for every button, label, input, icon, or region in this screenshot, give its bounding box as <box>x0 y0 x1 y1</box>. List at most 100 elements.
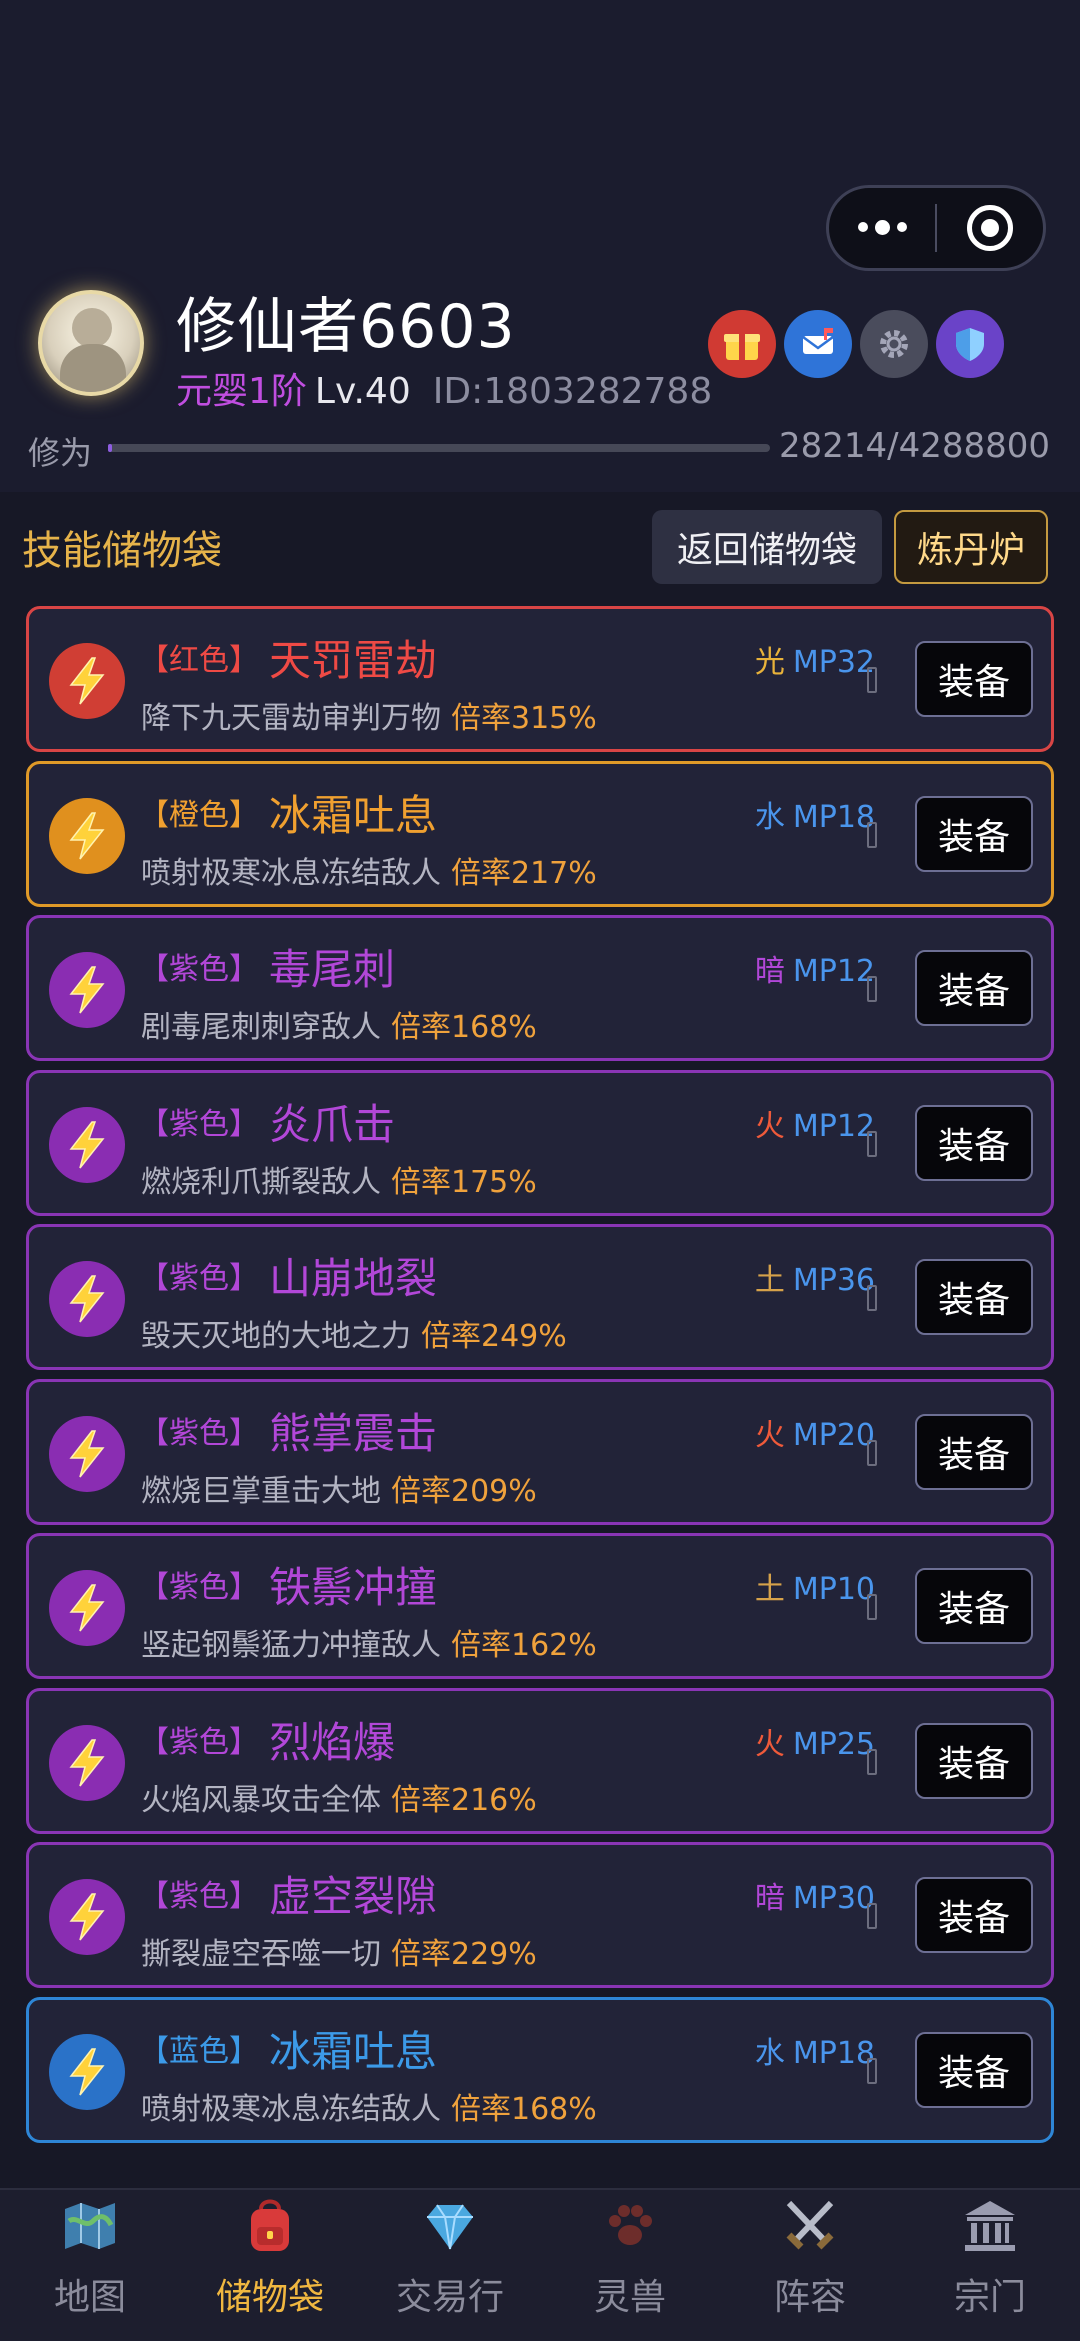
skill-meta: 火 MP20 <box>755 1410 875 1454</box>
skill-element: 水 <box>754 2035 785 2071</box>
header-icons <box>708 310 1004 378</box>
skill-name: 炎爪击 <box>269 1099 396 1149</box>
nav-label: 交易行 <box>395 2277 504 2318</box>
alchemy-furnace-button[interactable]: 炼丹炉 <box>894 510 1048 584</box>
skill-description: 喷射极寒冰息冻结敌人 <box>141 855 441 891</box>
shield-icon[interactable] <box>936 310 1004 378</box>
skill-element: 光 <box>754 645 785 680</box>
lightning-icon <box>49 1570 125 1646</box>
realm-badge: 元婴1阶 <box>176 371 307 412</box>
skill-card[interactable]: 【紫色】 毒尾刺 暗 MP12 剧毒尾刺刺穿敌人 倍率168% 装备 <box>26 915 1054 1061</box>
lightning-icon <box>49 1724 125 1801</box>
nav-item-backpack[interactable]: 储物袋 <box>180 2190 360 2341</box>
skill-card[interactable]: 【橙色】 冰霜吐息 水 MP18 喷射极寒冰息冻结敌人 倍率217% 装备 <box>26 760 1054 907</box>
skill-quality: 【紫色】 <box>139 952 259 987</box>
skill-mp-cost: MP36 <box>792 1263 875 1298</box>
nav-item-diamond[interactable]: 交易行 <box>360 2190 540 2341</box>
equip-button[interactable]: 装备 <box>915 641 1033 717</box>
skill-card[interactable]: 【紫色】 烈焰爆 火 MP25 火焰风暴攻击全体 倍率216% 装备 <box>26 1687 1054 1834</box>
skill-card[interactable]: 【紫色】 炎爪击 火 MP12 燃烧利爪撕裂敌人 倍率175% 装备 <box>26 1069 1054 1216</box>
nav-item-temple[interactable]: 宗门 <box>900 2190 1080 2341</box>
skill-list[interactable]: 【红色】 天罚雷劫光 MP32 降下九天雷劫审判万物 倍率315% 装备 【橙色】 冰霜吐息水… <box>26 606 1054 2166</box>
skill-rate: 倍率229% <box>391 1937 537 1972</box>
skill-mp-cost: MP25 <box>792 1726 875 1762</box>
section-title: 技能储物袋 <box>22 528 222 574</box>
placeholder-glyph-icon <box>867 2057 877 2084</box>
skill-card[interactable]: 【紫色】 铁鬃冲撞 土 MP10 竖起钢鬃猛力冲撞敌人 倍率162% 装备 <box>26 1533 1054 1679</box>
skill-meta: 火 MP25 <box>755 1719 875 1763</box>
nav-label: 阵容 <box>773 2277 846 2318</box>
realm-line: 元婴1阶 Lv.40 ID:1803282788 <box>176 362 712 414</box>
equip-button[interactable]: 装备 <box>915 1259 1033 1335</box>
lightning-icon <box>49 2033 125 2110</box>
skill-mp-cost: MP20 <box>792 1417 875 1453</box>
skill-card[interactable]: 【紫色】 山崩地裂 土 MP36 毁天灭地的大地之力 倍率249% 装备 <box>26 1224 1054 1370</box>
nav-item-crossed-swords[interactable]: 阵容 <box>720 2190 900 2341</box>
skill-quality: 【红色】 <box>139 643 259 678</box>
skill-meta: 土 MP10 <box>755 1564 875 1608</box>
skill-description: 燃烧巨掌重击大地 <box>141 1473 381 1509</box>
nav-item-map[interactable]: 地图 <box>0 2190 180 2341</box>
equip-button[interactable]: 装备 <box>915 795 1033 872</box>
skill-description: 剧毒尾刺刺穿敌人 <box>141 1010 381 1045</box>
skill-card[interactable]: 【紫色】 熊掌震击 火 MP20 燃烧巨掌重击大地 倍率209% 装备 <box>26 1378 1054 1525</box>
lightning-icon <box>49 643 125 719</box>
skill-mp-cost: MP30 <box>792 1881 875 1916</box>
placeholder-glyph-icon <box>867 667 877 693</box>
skill-mp-cost: MP10 <box>792 1572 875 1607</box>
username: 修仙者6603 <box>176 292 516 362</box>
skill-description-line: 燃烧巨掌重击大地 倍率209% <box>141 1466 537 1510</box>
equip-button[interactable]: 装备 <box>915 2031 1033 2108</box>
skill-name: 山崩地裂 <box>269 1254 438 1303</box>
equip-button[interactable]: 装备 <box>915 1413 1033 1490</box>
skill-element: 火 <box>754 1108 785 1144</box>
lightning-icon <box>49 1106 125 1183</box>
equip-button[interactable]: 装备 <box>915 950 1033 1026</box>
skill-rate: 倍率168% <box>451 2091 597 2127</box>
skill-rate: 倍率217% <box>451 855 597 891</box>
skill-meta: 暗 MP30 <box>755 1873 875 1917</box>
lightning-icon <box>49 952 125 1028</box>
equip-button[interactable]: 装备 <box>915 1568 1033 1644</box>
skill-rate: 倍率168% <box>391 1010 537 1045</box>
skill-name: 虚空裂隙 <box>269 1872 438 1921</box>
profile-header: 修仙者6603 元婴1阶 Lv.40 ID:1803282788 修为 28214/… <box>0 0 1080 492</box>
equip-button[interactable]: 装备 <box>915 1104 1033 1181</box>
cultivation-value: 28214/4288800 <box>778 426 1050 466</box>
nav-label: 地图 <box>53 2277 126 2318</box>
skill-quality: 【紫色】 <box>139 1570 259 1605</box>
skill-mp-cost: MP32 <box>792 645 875 680</box>
skill-description: 燃烧利爪撕裂敌人 <box>141 1164 381 1200</box>
equip-button[interactable]: 装备 <box>915 1877 1033 1953</box>
skill-mp-cost: MP18 <box>792 799 875 835</box>
gear-icon[interactable] <box>860 310 928 378</box>
equip-button[interactable]: 装备 <box>915 1722 1033 1799</box>
skill-card[interactable]: 【蓝色】 冰霜吐息 水 MP18 喷射极寒冰息冻结敌人 倍率168% 装备 <box>26 1996 1054 2143</box>
nav-item-paw[interactable]: 灵兽 <box>540 2190 720 2341</box>
skill-meta: 水 MP18 <box>755 792 875 836</box>
skill-mp-cost: MP12 <box>792 1108 875 1144</box>
skill-rate: 倍率249% <box>421 1319 567 1354</box>
cultivation-progress-fill <box>108 444 113 452</box>
skill-card[interactable]: 【红色】 天罚雷劫 光 MP32 降下九天雷劫审判万物 倍率315% 装备 <box>26 606 1054 752</box>
avatar[interactable] <box>38 290 144 396</box>
lightning-icon <box>49 1879 125 1955</box>
skill-description: 火焰风暴攻击全体 <box>141 1782 381 1818</box>
skill-description: 竖起钢鬃猛力冲撞敌人 <box>141 1628 441 1663</box>
skill-rate: 倍率216% <box>391 1782 537 1818</box>
gift-icon[interactable] <box>708 310 776 378</box>
diamond-icon <box>418 2194 482 2258</box>
skill-quality: 【橙色】 <box>139 797 259 833</box>
skill-description: 降下九天雷劫审判万物 <box>141 701 441 736</box>
back-to-bag-button[interactable]: 返回储物袋 <box>652 510 882 584</box>
skill-element: 火 <box>754 1726 785 1762</box>
more-menu-icon[interactable] <box>829 219 935 235</box>
skill-quality: 【紫色】 <box>139 1261 259 1296</box>
lightning-icon <box>49 1261 125 1337</box>
skill-card[interactable]: 【紫色】 虚空裂隙 暗 MP30 撕裂虚空吞噬一切 倍率229% 装备 <box>26 1842 1054 1988</box>
close-miniprogram-icon[interactable] <box>937 205 1043 251</box>
crossed-swords-icon <box>778 2194 842 2258</box>
mailbox-icon[interactable] <box>784 310 852 378</box>
lightning-icon <box>49 797 125 874</box>
placeholder-glyph-icon <box>867 1594 877 1620</box>
